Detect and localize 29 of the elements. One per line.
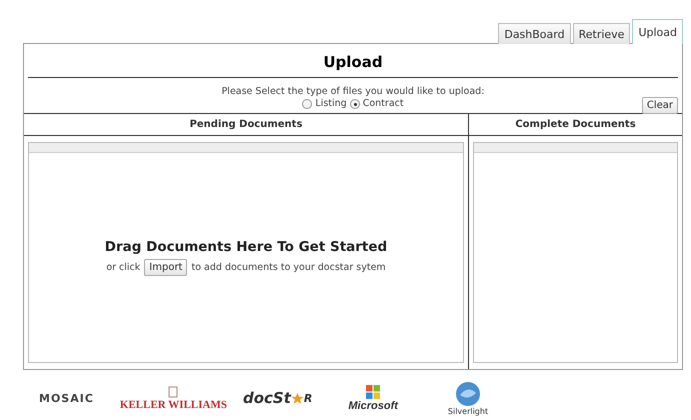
tab[interactable]: Retrieve: [572, 23, 630, 44]
radio-icon[interactable]: [302, 98, 312, 108]
hint-text: or click: [106, 262, 140, 273]
radio-icon[interactable]: [350, 98, 360, 108]
hint-text: to add documents to your docstar sytem: [191, 262, 386, 273]
star-icon: [290, 392, 304, 404]
logo-text: docSt: [242, 389, 291, 407]
windows-flag-icon: [365, 384, 382, 400]
import-button[interactable]: Import: [144, 259, 188, 276]
crest-icon: [167, 385, 180, 399]
radio-option[interactable]: Contract: [350, 98, 404, 109]
radio-label: Listing: [315, 98, 347, 109]
tab[interactable]: DashBoard: [498, 23, 571, 44]
column-heading: Complete Documents: [469, 114, 682, 136]
drop-title: Drag Documents Here To Get Started: [104, 239, 388, 255]
column-heading: Pending Documents: [24, 114, 468, 136]
clear-button[interactable]: Clear: [642, 97, 678, 114]
orb-icon: [454, 380, 481, 406]
logo-text: R: [304, 392, 312, 404]
logo-text: MOSAIC: [39, 392, 94, 404]
radio-option[interactable]: Listing: [302, 98, 347, 109]
logo-text: KELLER WILLIAMS: [120, 399, 227, 411]
logo-text: Silverlight: [448, 406, 488, 416]
prompt-text: Please Select the type of files you would like to upload:: [220, 86, 486, 97]
panel-title: Upload: [28, 44, 678, 78]
logo-text: Microsoft: [348, 400, 398, 412]
drop-zone[interactable]: Drag Documents Here To Get Started or click Import to add documents to your docstar sytem: [28, 142, 464, 363]
radio-label: Contract: [362, 98, 404, 109]
tab[interactable]: Upload: [632, 19, 683, 44]
